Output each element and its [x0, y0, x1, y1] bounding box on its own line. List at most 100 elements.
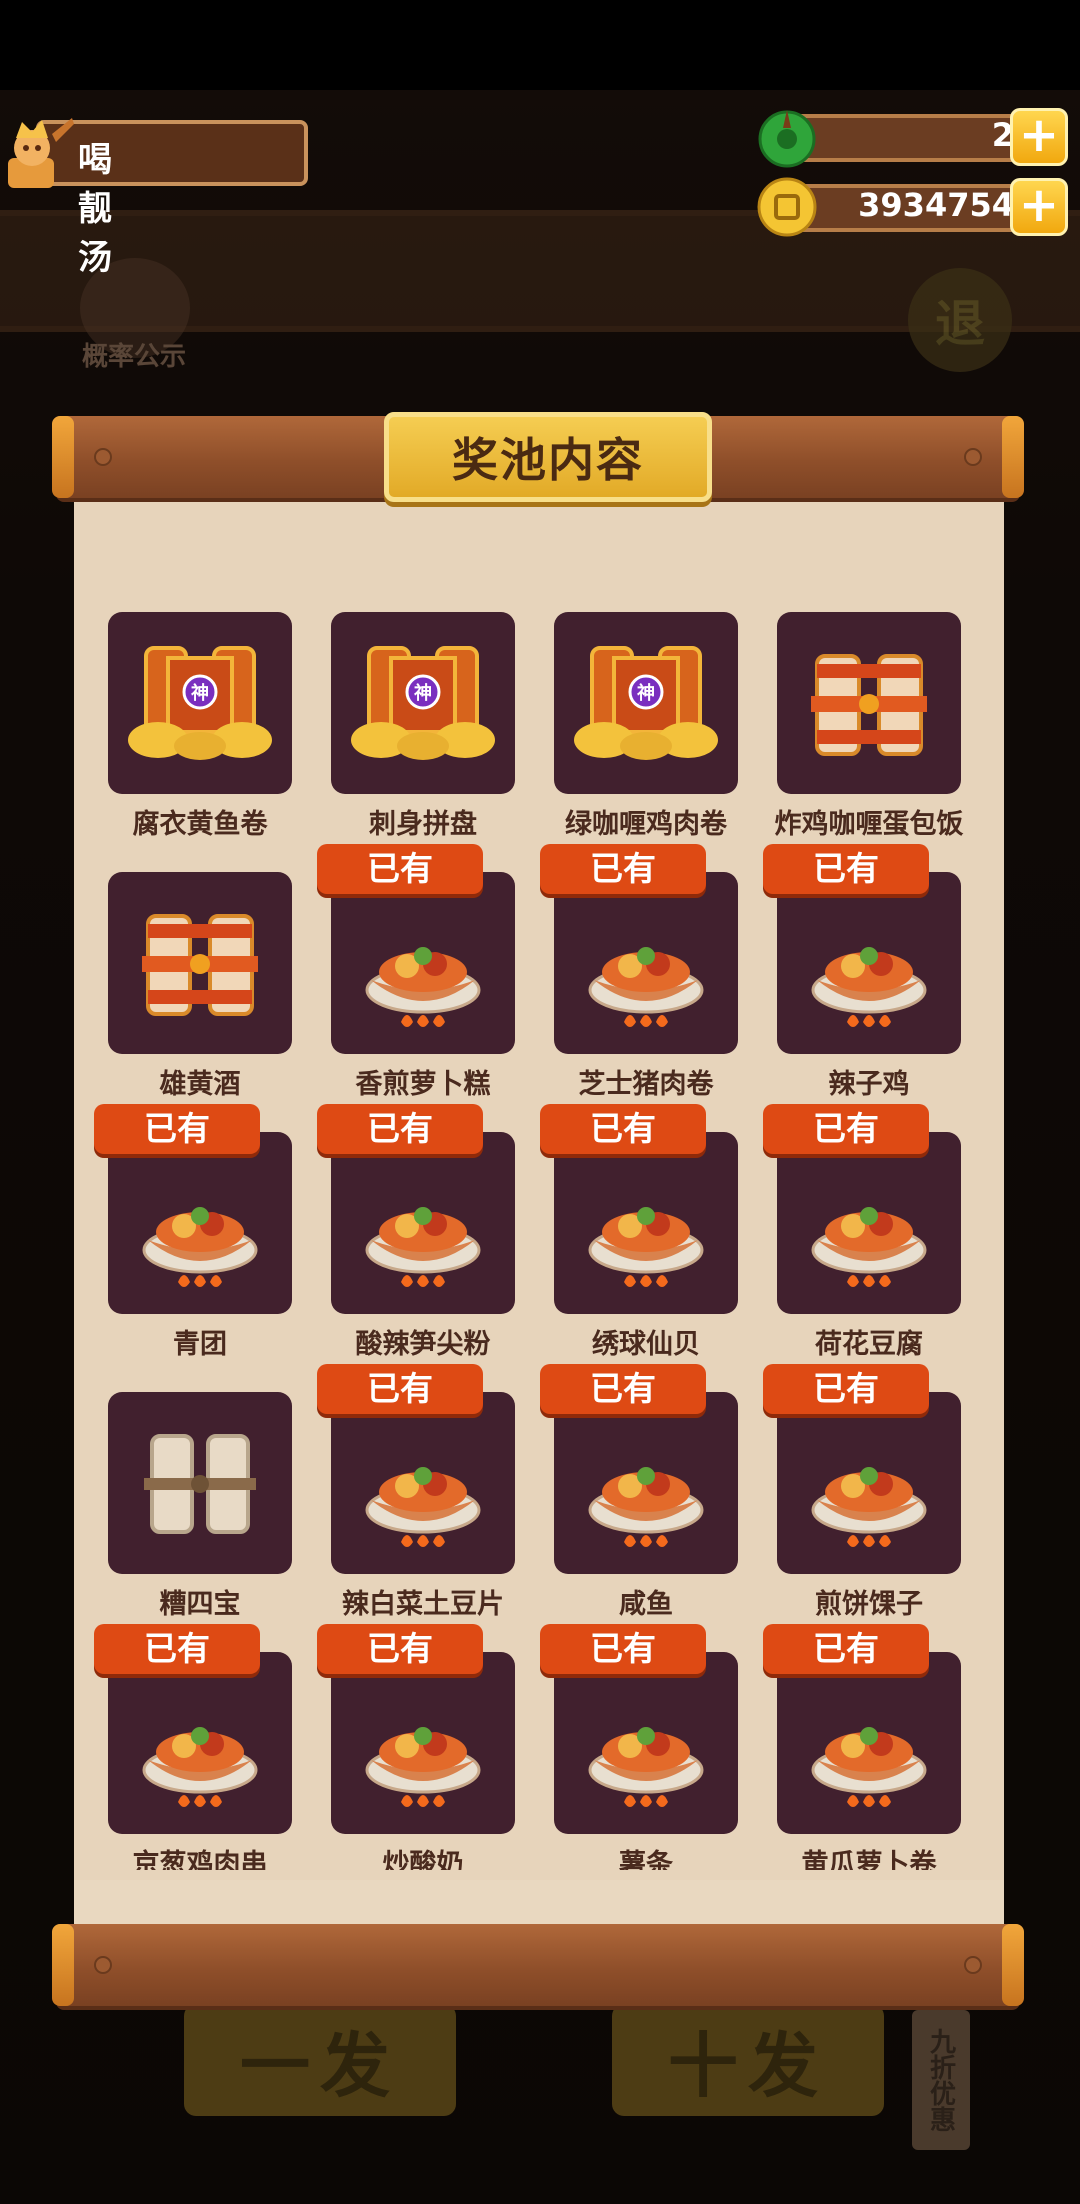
- prize-name: 煎饼馃子: [815, 1589, 923, 1620]
- prize-card[interactable]: 糟四宝: [108, 1392, 292, 1620]
- red-scroll-icon: [108, 872, 292, 1054]
- prize-card[interactable]: 已有咸鱼: [540, 1364, 738, 1620]
- prize-name: 荷花豆腐: [815, 1329, 923, 1360]
- owned-badge: 已有: [317, 1364, 483, 1414]
- player-name: 喝靓汤: [78, 140, 112, 278]
- coin-icon: [757, 177, 817, 237]
- prize-name: 酸辣笋尖粉: [355, 1329, 491, 1360]
- prize-card[interactable]: 已有荷花豆腐: [763, 1104, 961, 1360]
- exit-button: 退: [908, 268, 1012, 372]
- prize-card[interactable]: 雄黄酒: [108, 872, 292, 1100]
- dish-icon: [331, 1132, 515, 1314]
- coin-resource: 3934754 +: [756, 177, 1068, 238]
- nail-icon: [964, 1956, 982, 1974]
- prize-name: 刺身拼盘: [369, 809, 477, 840]
- prize-name: 糟四宝: [159, 1589, 241, 1620]
- owned-badge: 已有: [94, 1624, 260, 1674]
- prize-name: 京葱鸡肉串: [132, 1849, 268, 1870]
- dish-icon: [331, 1652, 515, 1834]
- prize-card[interactable]: 已有炒酸奶: [317, 1624, 515, 1870]
- dish-icon: [331, 872, 515, 1054]
- prize-card[interactable]: 已有绣球仙贝: [540, 1104, 738, 1360]
- owned-badge: 已有: [540, 1364, 706, 1414]
- prize-name: 芝士猪肉卷: [578, 1069, 714, 1100]
- prize-card[interactable]: 已有京葱鸡肉串: [94, 1624, 292, 1870]
- prize-name: 炸鸡咖喱蛋包饭: [774, 809, 964, 840]
- prize-name: 绿咖喱鸡肉卷: [565, 809, 727, 840]
- dish-icon: [554, 872, 738, 1054]
- owned-badge: 已有: [540, 844, 706, 894]
- prize-name: 炒酸奶: [382, 1849, 464, 1870]
- add-coin-button[interactable]: +: [1010, 178, 1068, 236]
- dish-icon: [777, 872, 961, 1054]
- nail-icon: [94, 448, 112, 466]
- prize-name: 辣白菜土豆片: [342, 1589, 504, 1620]
- draw-one-button: 一发: [184, 2004, 456, 2116]
- prize-card[interactable]: 已有辣子鸡: [763, 844, 961, 1100]
- prize-card[interactable]: 已有煎饼馃子: [763, 1364, 961, 1620]
- prize-grid: 神腐衣黄鱼卷神刺身拼盘神绿咖喱鸡肉卷 炸鸡咖喱蛋包饭 雄黄酒 已有 香煎萝卜糕 已有 芝士猪…: [94, 612, 968, 1870]
- prize-name: 咸鱼: [619, 1589, 673, 1620]
- dish-icon: [331, 1392, 515, 1574]
- owned-badge: 已有: [763, 1364, 929, 1414]
- dish-icon: [554, 1132, 738, 1314]
- prize-card[interactable]: 已有青团: [94, 1104, 292, 1360]
- prize-name: 辣子鸡: [828, 1069, 910, 1100]
- owned-badge: 已有: [763, 1624, 929, 1674]
- prize-name: 腐衣黄鱼卷: [132, 809, 268, 840]
- odds-label: 概率公示: [81, 342, 186, 372]
- chef-avatar-icon: [8, 118, 74, 188]
- prize-name: 薯条: [619, 1849, 673, 1870]
- draw-ten-button: 十发: [612, 2004, 884, 2116]
- plain-scroll-icon: [108, 1392, 292, 1574]
- prize-card[interactable]: 已有辣白菜土豆片: [317, 1364, 515, 1620]
- prize-card[interactable]: 已有薯条: [540, 1624, 738, 1870]
- gold-chest-icon: 神: [108, 612, 292, 794]
- owned-badge: 已有: [317, 1104, 483, 1154]
- gold-chest-icon: 神: [331, 612, 515, 794]
- red-scroll-icon: [777, 612, 961, 794]
- prize-name: 香煎萝卜糕: [355, 1069, 491, 1100]
- owned-badge: 已有: [763, 1104, 929, 1154]
- svg-text:神: 神: [414, 682, 432, 704]
- dish-icon: [554, 1652, 738, 1834]
- modal-title: 奖池内容: [452, 433, 644, 487]
- nail-icon: [94, 1956, 112, 1974]
- owned-badge: 已有: [317, 1624, 483, 1674]
- gold-chest-icon: 神: [554, 612, 738, 794]
- owned-badge: 已有: [94, 1104, 260, 1154]
- prize-list-viewport[interactable]: 神腐衣黄鱼卷神刺身拼盘神绿咖喱鸡肉卷 炸鸡咖喱蛋包饭 雄黄酒 已有 香煎萝卜糕 已有 芝士猪…: [74, 540, 1004, 1870]
- jade-icon: [758, 110, 816, 168]
- prize-card[interactable]: 已有酸辣笋尖粉: [317, 1104, 515, 1360]
- prize-name: 黄瓜萝卜卷: [801, 1849, 937, 1870]
- svg-text:神: 神: [191, 682, 209, 704]
- owned-badge: 已有: [317, 844, 483, 894]
- prize-name: 雄黄酒: [159, 1069, 241, 1100]
- dish-icon: [554, 1392, 738, 1574]
- prize-name: 青团: [173, 1329, 227, 1360]
- prize-card[interactable]: 炸鸡咖喱蛋包饭: [775, 612, 964, 840]
- prize-name: 绣球仙贝: [592, 1329, 700, 1360]
- prize-card[interactable]: 已有香煎萝卜糕: [317, 844, 515, 1100]
- dish-icon: [108, 1652, 292, 1834]
- prize-card[interactable]: 神刺身拼盘: [331, 612, 515, 840]
- discount-tag: 九折优惠: [912, 2010, 970, 2150]
- owned-badge: 已有: [540, 1104, 706, 1154]
- prize-card[interactable]: 神腐衣黄鱼卷: [108, 612, 292, 840]
- dish-icon: [777, 1652, 961, 1834]
- jade-resource: 2 +: [756, 108, 1068, 168]
- prize-card[interactable]: 神绿咖喱鸡肉卷: [554, 612, 738, 840]
- title-plate: 奖池内容: [384, 412, 712, 502]
- dish-icon: [777, 1132, 961, 1314]
- bottom-scroll-rod: [52, 1924, 1024, 2006]
- dish-icon: [108, 1132, 292, 1314]
- add-jade-button[interactable]: +: [1010, 108, 1068, 166]
- nail-icon: [964, 448, 982, 466]
- prize-card[interactable]: 已有黄瓜萝卜卷: [763, 1624, 961, 1870]
- svg-text:神: 神: [637, 682, 655, 704]
- owned-badge: 已有: [540, 1624, 706, 1674]
- coin-count: 3934754: [858, 186, 1014, 224]
- owned-badge: 已有: [763, 844, 929, 894]
- dish-icon: [777, 1392, 961, 1574]
- prize-card[interactable]: 已有芝士猪肉卷: [540, 844, 738, 1100]
